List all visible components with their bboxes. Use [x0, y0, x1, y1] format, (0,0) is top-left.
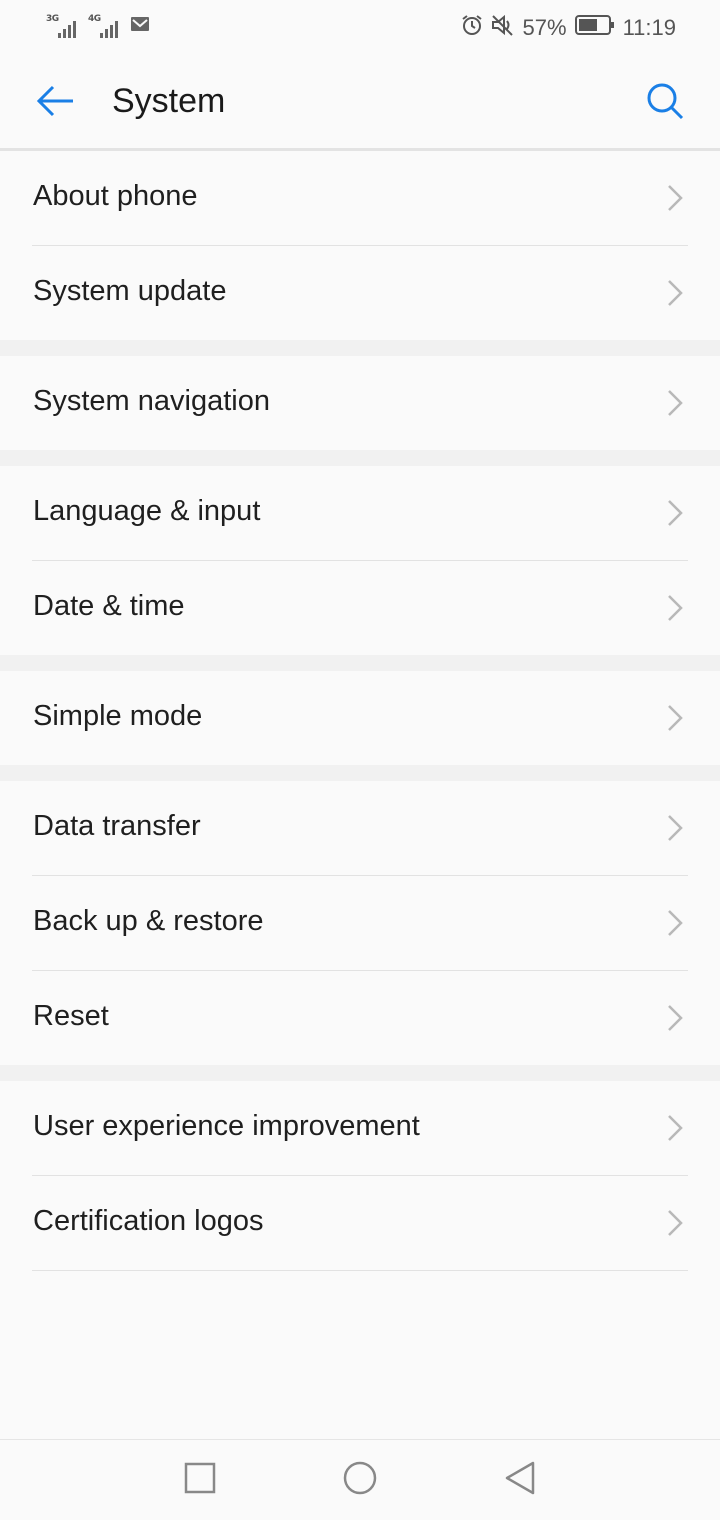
navigation-bar [0, 1439, 720, 1520]
group-divider [0, 450, 720, 466]
settings-item-back-up-and-restore[interactable]: Back up & restore [32, 876, 688, 971]
chevron-right-icon [666, 909, 684, 937]
settings-item-system-update[interactable]: System update [32, 246, 688, 340]
settings-item-user-experience-improvement[interactable]: User experience improvement [32, 1081, 688, 1176]
chevron-right-icon [666, 594, 684, 622]
settings-item-label: Language & input [33, 495, 261, 527]
settings-item-data-transfer[interactable]: Data transfer [32, 781, 688, 876]
settings-item-label: System update [33, 275, 227, 307]
status-bar: 3G 4G 57% 11:19 [0, 0, 720, 56]
settings-item-simple-mode[interactable]: Simple mode [32, 671, 688, 765]
triangle-icon [503, 1460, 537, 1501]
page-title: System [112, 82, 226, 120]
settings-item-about-phone[interactable]: About phone [32, 151, 688, 246]
back-nav-button[interactable] [500, 1460, 540, 1500]
settings-group: Data transfer Back up & restore Reset [0, 781, 720, 1065]
circle-icon [342, 1460, 378, 1501]
home-button[interactable] [340, 1460, 380, 1500]
alarm-icon [461, 14, 483, 42]
settings-group: About phone System update [0, 151, 720, 340]
search-icon [645, 81, 685, 126]
sim2-network-type: 4G [88, 14, 101, 24]
settings-item-label: Simple mode [33, 700, 203, 732]
settings-item-system-navigation[interactable]: System navigation [32, 356, 688, 450]
arrow-left-icon [35, 84, 75, 123]
battery-percent: 57% [522, 15, 567, 40]
settings-item-label: Data transfer [33, 810, 201, 842]
settings-group: System navigation [0, 356, 720, 450]
chevron-right-icon [666, 1209, 684, 1237]
recent-apps-button[interactable] [180, 1460, 220, 1500]
chevron-right-icon [666, 1004, 684, 1032]
sim2-signal-icon: 4G [88, 14, 122, 38]
settings-item-label: Back up & restore [33, 905, 264, 937]
mute-icon [491, 14, 515, 42]
settings-item-label: Certification logos [33, 1205, 264, 1237]
settings-item-label: Date & time [33, 590, 185, 622]
clock: 11:19 [622, 15, 676, 40]
group-divider [0, 1065, 720, 1081]
chevron-right-icon [666, 704, 684, 732]
sim1-network-type: 3G [46, 14, 59, 24]
chevron-right-icon [666, 184, 684, 212]
status-left: 3G 4G [46, 14, 150, 38]
back-button[interactable] [30, 80, 80, 126]
settings-item-label: User experience improvement [33, 1110, 420, 1142]
chevron-right-icon [666, 1114, 684, 1142]
settings-list: About phone System update System navigatio… [0, 151, 720, 1271]
settings-group: User experience improvement Certification… [0, 1081, 720, 1271]
settings-group: Simple mode [0, 671, 720, 765]
settings-item-certification-logos[interactable]: Certification logos [32, 1176, 688, 1271]
settings-item-label: Reset [33, 1000, 109, 1032]
status-right: 57% 11:19 [461, 14, 676, 42]
sim1-signal-icon: 3G [46, 14, 80, 38]
chevron-right-icon [666, 279, 684, 307]
square-icon [184, 1462, 216, 1499]
settings-item-reset[interactable]: Reset [32, 971, 688, 1065]
chevron-right-icon [666, 499, 684, 527]
search-button[interactable] [640, 78, 690, 128]
settings-item-label: System navigation [33, 385, 270, 417]
group-divider [0, 340, 720, 356]
settings-item-date-and-time[interactable]: Date & time [32, 561, 688, 655]
battery-icon [574, 14, 615, 42]
group-divider [0, 765, 720, 781]
chevron-right-icon [666, 389, 684, 417]
mail-icon [130, 15, 150, 38]
app-bar: System [0, 56, 720, 151]
chevron-right-icon [666, 814, 684, 842]
group-divider [0, 655, 720, 671]
settings-item-label: About phone [33, 180, 198, 212]
settings-group: Language & input Date & time [0, 466, 720, 655]
settings-item-language-and-input[interactable]: Language & input [32, 466, 688, 561]
